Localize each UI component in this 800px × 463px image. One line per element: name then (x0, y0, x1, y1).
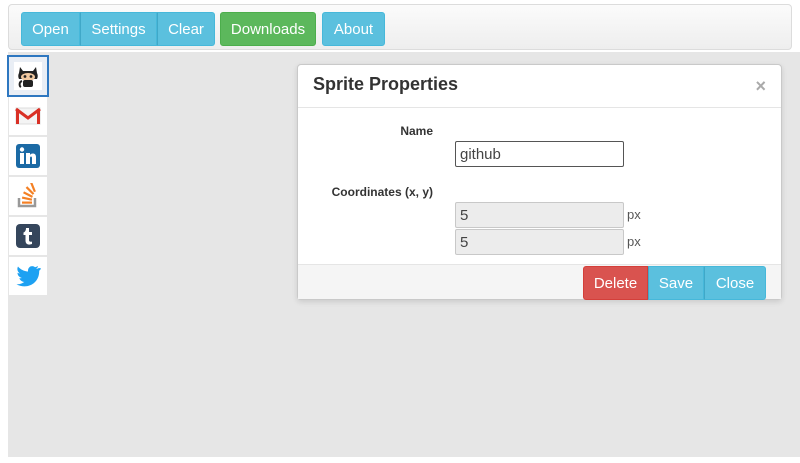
toolbar: Open Settings Clear Downloads About (8, 4, 792, 50)
close-button[interactable]: Close (704, 266, 766, 300)
about-button[interactable]: About (322, 12, 385, 46)
stackoverflow-icon (17, 183, 37, 208)
dialog-header: Sprite Properties × (298, 65, 781, 108)
save-button[interactable]: Save (648, 266, 704, 300)
github-octocat-icon (14, 62, 42, 90)
gmail-icon (15, 107, 41, 125)
dialog-title: Sprite Properties (313, 74, 459, 94)
sprite-gmail[interactable] (9, 97, 47, 135)
settings-button[interactable]: Settings (80, 12, 157, 46)
x-coordinate-input[interactable] (455, 202, 624, 228)
linkedin-icon (16, 144, 40, 168)
main-button-group: Open Settings Clear (21, 12, 215, 46)
sprite-linkedin[interactable] (9, 137, 47, 175)
tumblr-icon (16, 224, 40, 248)
coordinates-label: Coordinates (x, y) (331, 185, 433, 199)
twitter-bird-icon (16, 266, 41, 287)
dialog-footer: Delete Save Close (298, 264, 781, 300)
name-input[interactable] (455, 141, 624, 167)
delete-button[interactable]: Delete (583, 266, 648, 300)
y-coordinate-input[interactable] (455, 229, 624, 255)
name-label: Name (400, 124, 433, 138)
sprite-twitter[interactable] (9, 257, 47, 295)
sprite-properties-dialog: Sprite Properties × Name Coordinates (x,… (297, 64, 782, 300)
y-unit-label: px (627, 234, 641, 249)
sprite-github[interactable] (7, 55, 49, 97)
sprite-tumblr[interactable] (9, 217, 47, 255)
sprite-stackoverflow[interactable] (9, 177, 47, 215)
close-icon[interactable]: × (755, 76, 766, 97)
x-unit-label: px (627, 207, 641, 222)
downloads-button[interactable]: Downloads (220, 12, 316, 46)
clear-button[interactable]: Clear (157, 12, 215, 46)
open-button[interactable]: Open (21, 12, 80, 46)
